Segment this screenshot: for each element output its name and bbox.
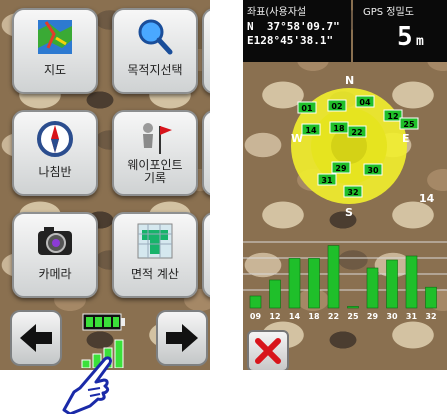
satellite-id-label: 31 [406, 312, 418, 321]
area-calc-tile[interactable]: 면적 계산 [112, 212, 198, 298]
main-menu-screen: 지도 목적지선택 나침반 웨이포인트 기록 카메라 면적 계산 [0, 0, 210, 370]
pointing-hand-icon [62, 356, 112, 414]
signal-bar [425, 286, 437, 309]
map-icon [38, 20, 72, 54]
compass-tile[interactable]: 나침반 [12, 110, 98, 196]
signal-bar [386, 259, 398, 309]
coordinate-panel: 좌표(사용자설 N 37°58'09.7" E128°45'38.1" [243, 0, 351, 62]
signal-bar [327, 245, 340, 309]
satellite-id-label: 30 [386, 312, 398, 321]
offscreen-tile[interactable] [202, 8, 210, 94]
search-icon [138, 19, 173, 55]
satellite-marker-id: 22 [351, 128, 362, 137]
close-icon [255, 338, 281, 364]
signal-bar [405, 255, 418, 309]
satellite-marker-id: 30 [367, 166, 379, 175]
satellite-id-label: 12 [269, 312, 280, 321]
destination-tile-label: 목적지선택 [127, 63, 183, 77]
area-calc-tile-label: 면적 계산 [131, 267, 179, 281]
signal-bar [288, 258, 301, 309]
map-tile-label: 지도 [43, 63, 67, 77]
camera-tile-label: 카메라 [38, 267, 72, 281]
satellite-id-label: 29 [367, 312, 379, 321]
compass-tile-label: 나침반 [38, 165, 72, 179]
satellite-screen: 좌표(사용자설 N 37°58'09.7" E128°45'38.1" GPS … [243, 0, 447, 370]
destination-tile[interactable]: 목적지선택 [112, 8, 198, 94]
satellite-sky-view: N W E S 01 02 04 12 14 18 22 25 29 30 31 32 [291, 74, 419, 219]
waypoint-tile[interactable]: 웨이포인트 기록 [112, 110, 198, 196]
battery-icon[interactable] [82, 313, 126, 331]
satellite-id-label: 09 [250, 312, 262, 321]
satellite-id-label: 22 [328, 312, 339, 321]
satellite-marker-id: 01 [301, 104, 313, 113]
satellite-marker-id: 18 [333, 124, 345, 133]
signal-bar [249, 295, 262, 309]
satellite-marker-id: 02 [331, 102, 342, 111]
compass-s: S [345, 206, 353, 219]
gps-accuracy-unit: m [416, 34, 424, 49]
waypoint-flag-icon [143, 123, 172, 154]
camera-tile[interactable]: 카메라 [12, 212, 98, 298]
signal-bar-chart: 09 12 14 18 22 25 29 30 31 32 [243, 241, 447, 321]
arrow-left-icon [20, 324, 52, 352]
satellite-marker-id: 29 [335, 164, 347, 173]
satellite-marker-id: 31 [321, 176, 333, 185]
waypoint-tile-label: 웨이포인트 기록 [127, 158, 183, 185]
coordinate-title: 좌표(사용자설 [247, 7, 307, 18]
compass-w: W [291, 132, 303, 145]
satellite-id-label: 14 [289, 312, 301, 321]
range-label: 14 [419, 192, 435, 205]
satellite-marker-id: 25 [403, 120, 415, 129]
offscreen-tile[interactable] [202, 110, 210, 196]
signal-bar [269, 279, 281, 309]
signal-bar [366, 267, 379, 309]
satellite-marker-id: 04 [359, 98, 371, 107]
compass-icon [37, 121, 73, 157]
satellite-marker-id: 12 [387, 112, 398, 121]
latitude-value: N 37°58'09.7" [247, 20, 340, 33]
area-calculation-icon [137, 223, 173, 259]
camera-icon [38, 227, 72, 255]
gps-accuracy-title: GPS 정밀도 [363, 7, 414, 18]
previous-page-button[interactable] [10, 310, 62, 366]
close-button[interactable] [247, 330, 289, 370]
offscreen-tile[interactable] [202, 212, 210, 298]
compass-e: E [402, 132, 410, 145]
compass-n: N [345, 74, 354, 87]
signal-bar [308, 258, 320, 309]
gps-accuracy-value: 5 [397, 22, 413, 52]
map-tile[interactable]: 지도 [12, 8, 98, 94]
gps-accuracy-panel: GPS 정밀도 5 m [353, 0, 447, 62]
satellite-id-label: 25 [347, 312, 359, 321]
signal-bar [347, 306, 359, 309]
next-page-button[interactable] [156, 310, 208, 366]
satellite-marker-id: 32 [347, 188, 358, 197]
satellite-marker-id: 14 [305, 126, 317, 135]
arrow-right-icon [166, 324, 198, 352]
satellite-id-label: 18 [308, 312, 320, 321]
satellite-id-label: 32 [425, 312, 436, 321]
longitude-value: E128°45'38.1" [247, 34, 334, 47]
